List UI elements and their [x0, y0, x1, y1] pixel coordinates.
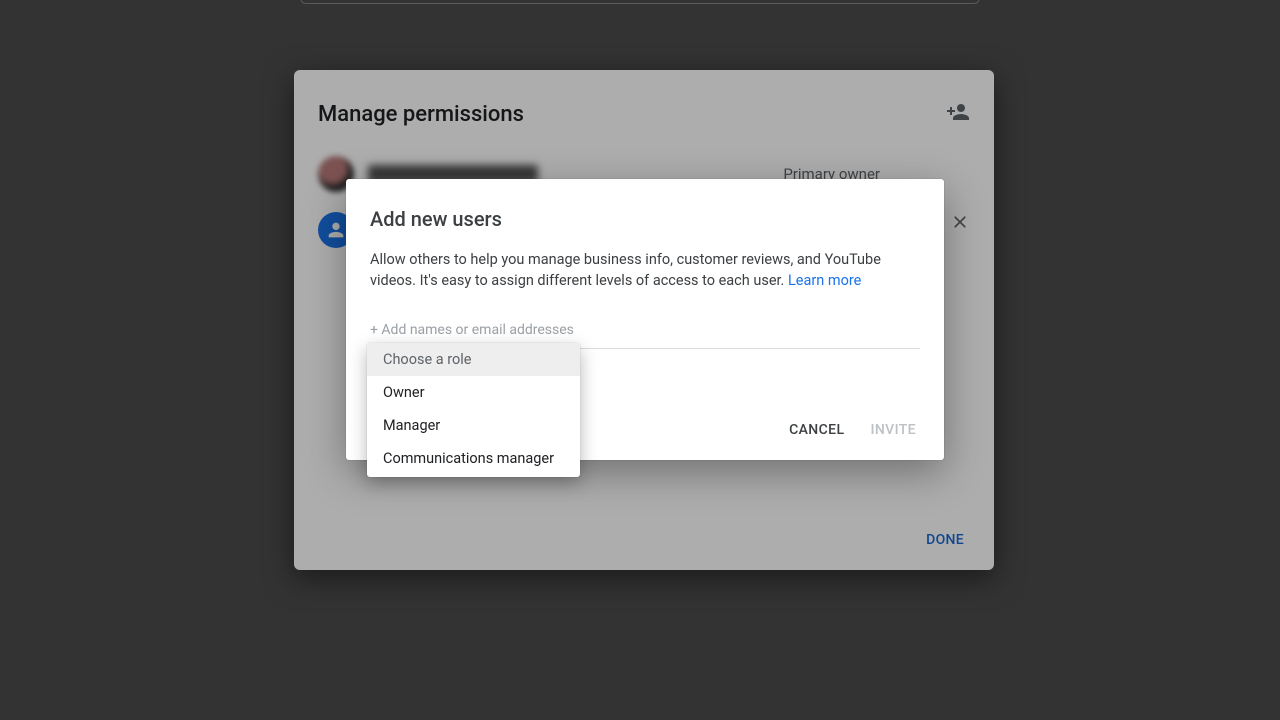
- dropdown-placeholder[interactable]: Choose a role: [367, 343, 580, 376]
- dialog-title: Add new users: [370, 207, 920, 231]
- input-placeholder: + Add names or email addresses: [370, 322, 574, 338]
- role-dropdown: Choose a role Owner Manager Communicatio…: [367, 343, 580, 477]
- background-outline-box: [300, 0, 980, 4]
- invite-button[interactable]: INVITE: [870, 422, 916, 438]
- dialog-description: Allow others to help you manage business…: [370, 249, 920, 291]
- dropdown-option-owner[interactable]: Owner: [367, 376, 580, 409]
- dropdown-option-manager[interactable]: Manager: [367, 409, 580, 442]
- dropdown-option-communications-manager[interactable]: Communications manager: [367, 442, 580, 475]
- cancel-button[interactable]: CANCEL: [789, 422, 844, 438]
- learn-more-link[interactable]: Learn more: [788, 272, 861, 289]
